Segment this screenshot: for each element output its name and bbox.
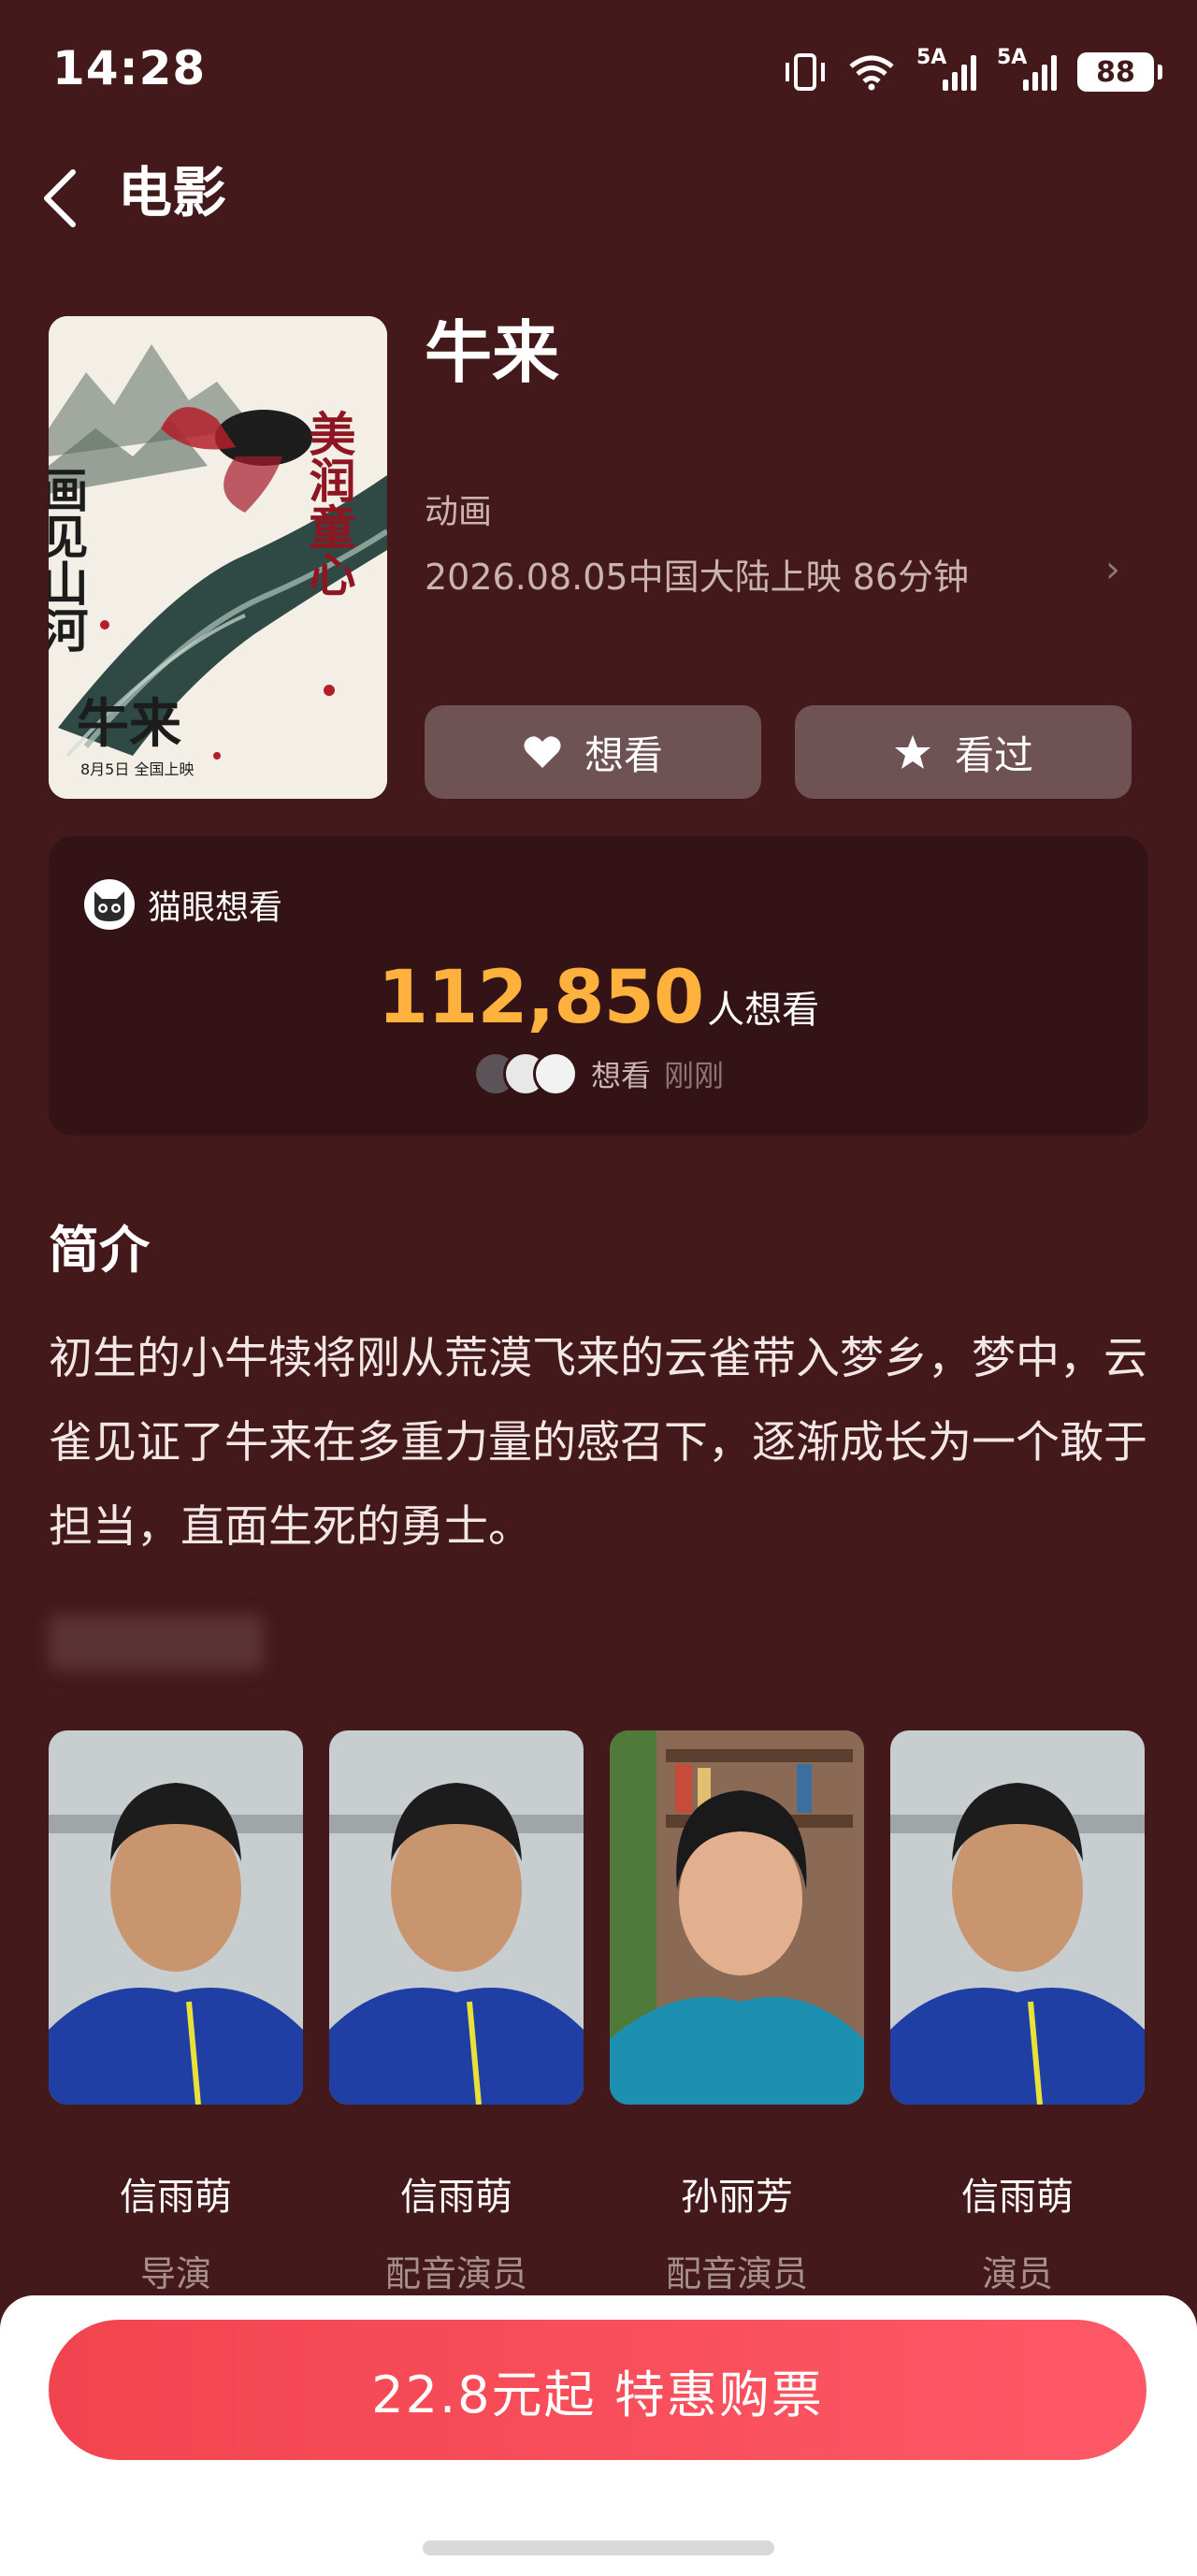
movie-title: 牛来 <box>425 313 560 392</box>
cast-name: 信雨萌 <box>400 2176 512 2219</box>
want-count: 112,850 <box>377 956 704 1040</box>
vibrate-icon <box>786 53 825 91</box>
want-to-watch-label: 想看 <box>584 731 663 778</box>
cast-photo <box>610 1730 864 2105</box>
back-button[interactable] <box>32 161 88 236</box>
status-time: 14:28 <box>52 41 207 95</box>
cast-role: 演员 <box>981 2253 1053 2294</box>
status-icons: 5A 5A 88 <box>784 46 1162 95</box>
signal-1-label: 5A <box>916 46 947 69</box>
chevron-right-icon: › <box>1105 548 1120 591</box>
maoyan-card-header: 猫眼想看 <box>84 879 282 930</box>
release-info-row[interactable]: 2026.08.05中国大陆上映 86分钟 › <box>425 548 1135 600</box>
maoyan-cat-logo-icon <box>84 879 135 930</box>
signal-2-label: 5A <box>997 46 1028 69</box>
avatar <box>532 1051 578 1096</box>
cast-name: 信雨萌 <box>961 2176 1074 2219</box>
synopsis-text: 初生的小牛犊将刚从荒漠飞来的云雀带入梦乡，梦中，云雀见证了牛来在多重力量的感召下… <box>49 1333 1147 1553</box>
signal-bars-icon <box>1023 53 1057 91</box>
release-info: 2026.08.05中国大陆上映 86分钟 <box>425 557 970 598</box>
cellular-signal-2: 5A <box>997 46 1057 91</box>
want-count-suffix: 人想看 <box>707 989 820 1032</box>
signal-bars-icon <box>943 53 976 91</box>
cast-card[interactable]: 信雨萌 演员 <box>890 1730 1145 2296</box>
battery-icon: 88 <box>1077 52 1162 92</box>
maoyan-card-title: 猫眼想看 <box>148 889 283 927</box>
cast-card[interactable]: 信雨萌 导演 <box>49 1730 303 2296</box>
movie-poster[interactable]: 画见山河 美润童心 牛来 8月5日 全国上映 <box>49 316 387 799</box>
star-icon <box>894 735 930 769</box>
want-to-watch-button[interactable]: 想看 <box>425 705 761 799</box>
cast-photo <box>49 1730 303 2105</box>
poster-title-text: 牛来 <box>77 693 181 755</box>
poster-left-text: 画见山河 <box>49 466 90 653</box>
recent-want-row: 想看 刚刚 <box>49 1051 1148 1096</box>
cast-name: 信雨萌 <box>120 2176 232 2219</box>
page-title: 电影 <box>118 161 227 224</box>
cast-card[interactable]: 信雨萌 配音演员 <box>329 1730 584 2296</box>
recent-user-avatars <box>472 1051 578 1096</box>
cast-name: 孙丽芳 <box>681 2176 793 2219</box>
cellular-signal-1: 5A <box>916 46 976 91</box>
poster-art: 画见山河 美润童心 牛来 8月5日 全国上映 <box>49 316 387 799</box>
cast-photo <box>890 1730 1145 2105</box>
synopsis-title: 简介 <box>49 1221 150 1280</box>
movie-genre: 动画 <box>425 493 493 531</box>
buy-ticket-button[interactable]: 22.8元起 特惠购票 <box>49 2320 1147 2460</box>
wifi-icon <box>849 55 894 91</box>
cast-card[interactable]: 孙丽芳 配音演员 <box>610 1730 864 2296</box>
cast-role: 配音演员 <box>665 2253 808 2294</box>
home-indicator[interactable] <box>423 2540 774 2555</box>
chevron-left-icon <box>44 169 76 227</box>
poster-date-text: 8月5日 全国上映 <box>80 760 194 778</box>
recent-want-label: 想看 <box>590 1058 651 1093</box>
poster-right-text: 美润童心 <box>302 410 357 597</box>
recent-want-time: 刚刚 <box>664 1058 725 1093</box>
cast-photo <box>329 1730 584 2105</box>
heart-icon <box>524 736 561 768</box>
cast-role: 配音演员 <box>384 2253 527 2294</box>
want-count-row: 112,850 人想看 <box>49 956 1148 1040</box>
blurred-section-title <box>49 1614 264 1671</box>
cast-role: 导演 <box>139 2253 211 2294</box>
watched-button[interactable]: 看过 <box>795 705 1132 799</box>
watched-label: 看过 <box>954 731 1033 778</box>
